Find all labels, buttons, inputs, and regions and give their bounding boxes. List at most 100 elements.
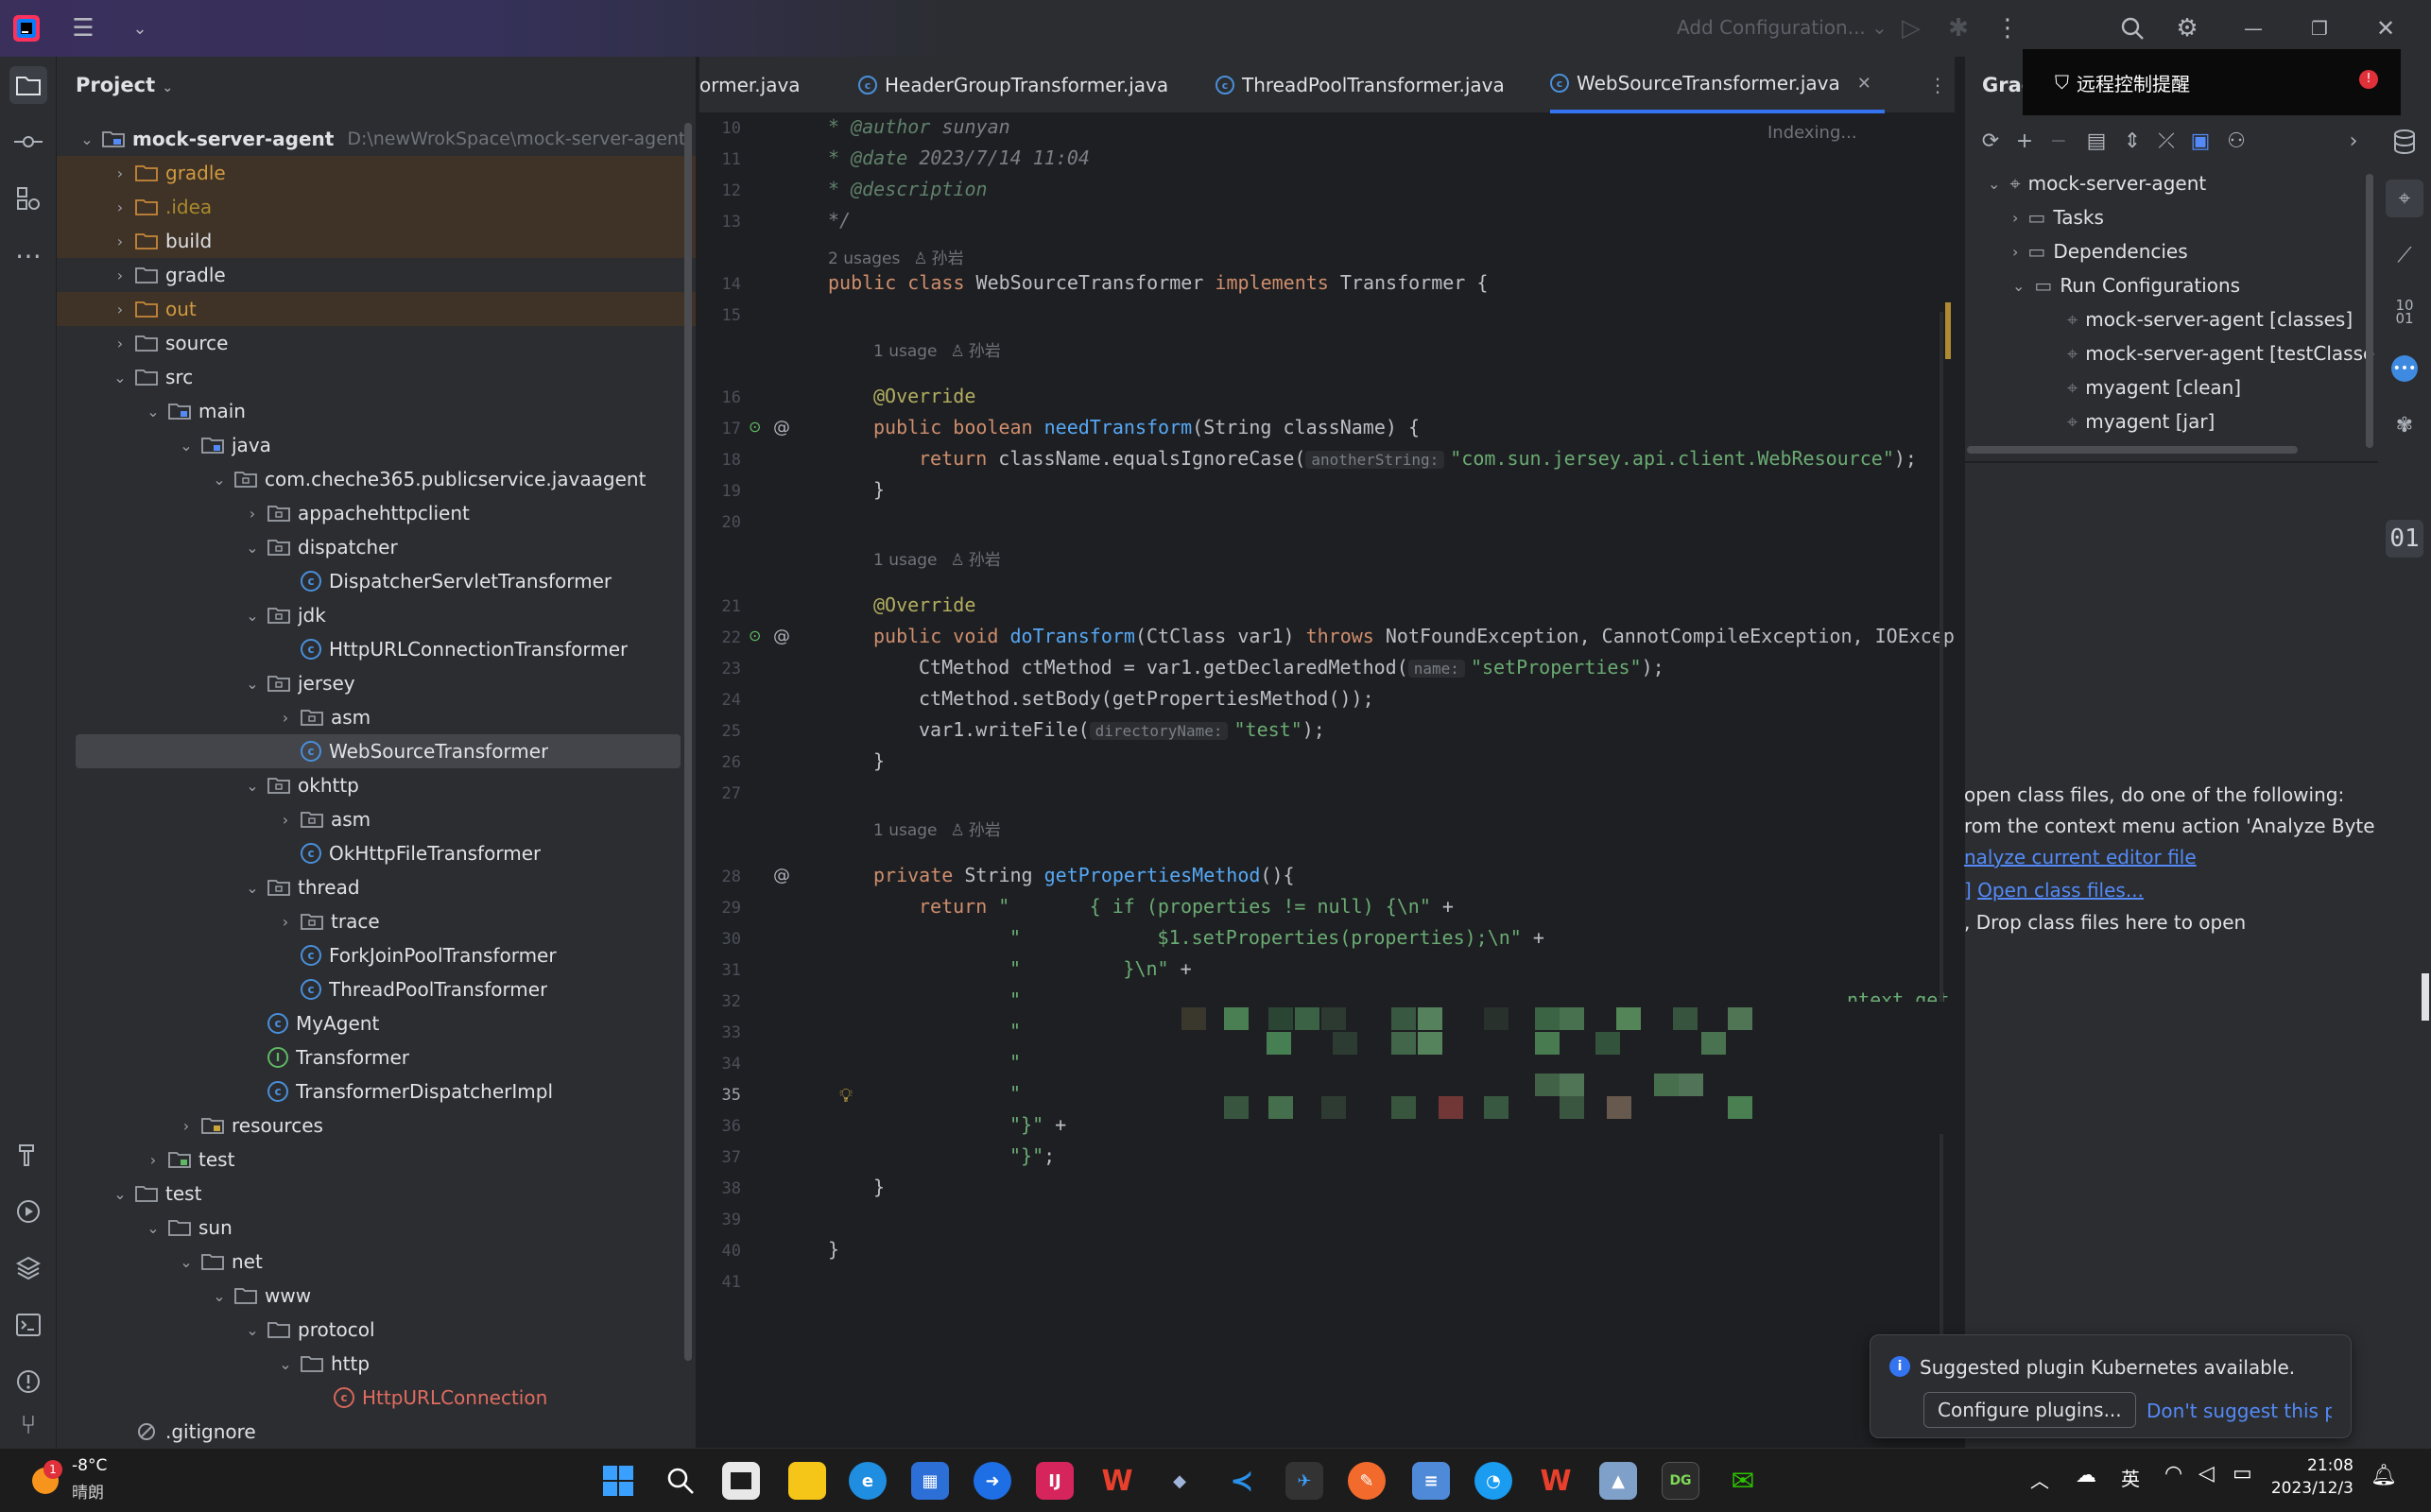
project-panel-header[interactable]: Project ⌄ <box>76 74 173 96</box>
code-line[interactable]: } <box>873 1176 885 1198</box>
tab-actions-icon[interactable]: ⋮ <box>1928 57 1947 113</box>
tree-item[interactable]: › build <box>57 224 696 258</box>
code-line[interactable]: private String getPropertiesMethod(){ <box>873 864 1295 886</box>
more-actions-icon[interactable]: ⋮ <box>1991 11 2025 45</box>
code-line[interactable]: return " { if (properties != null) {\n" … <box>919 895 1454 918</box>
code-line[interactable]: "}"; <box>1009 1144 1055 1167</box>
edge-browser-icon[interactable]: e <box>849 1462 887 1500</box>
battery-icon[interactable]: ▭ <box>2233 1462 2252 1486</box>
ai-assistant-icon[interactable]: ••• <box>2386 350 2423 387</box>
tree-item[interactable]: c OkHttpFileTransformer <box>57 836 696 870</box>
chevron-right-icon[interactable]: › <box>111 198 129 216</box>
implements-gutter-icon[interactable]: ⊙ <box>749 418 761 436</box>
tree-item[interactable]: ⌄ protocol <box>57 1313 696 1347</box>
chevron-down-icon[interactable]: ⌄ <box>177 1253 196 1271</box>
tree-item[interactable]: ⌄ jdk <box>57 598 696 632</box>
dingtalk-icon[interactable]: ✈ <box>1285 1462 1323 1500</box>
task-view-icon[interactable] <box>722 1462 760 1500</box>
chevron-down-icon[interactable]: ⌄ <box>123 11 157 45</box>
clock-time[interactable]: 21:08 <box>2278 1456 2353 1475</box>
chevron-right-icon[interactable]: › <box>111 164 129 182</box>
chevron-down-icon[interactable]: ⌄ <box>276 1355 295 1373</box>
chevron-down-icon[interactable]: ⌄ <box>111 1185 129 1203</box>
tab-web-source-transformer[interactable]: c WebSourceTransformer.java ✕ <box>1550 57 1885 113</box>
cat-app-icon[interactable]: ◆ <box>1161 1462 1198 1500</box>
tree-item[interactable]: c DispatcherServletTransformer <box>57 564 696 598</box>
chevron-down-icon[interactable]: ⌄ <box>111 369 129 387</box>
tab-thread-pool-transformer[interactable]: c ThreadPoolTransformer.java <box>1216 57 1505 113</box>
tree-item[interactable]: ⌄ test <box>57 1177 696 1211</box>
remove-icon[interactable]: − <box>2044 127 2073 155</box>
wps-icon[interactable]: W <box>1098 1462 1136 1500</box>
app-arrow-icon[interactable]: ➜ <box>974 1462 1011 1500</box>
wifi-icon[interactable]: ◠ <box>2164 1462 2182 1486</box>
tree-item[interactable]: › .idea <box>57 190 696 224</box>
tree-item[interactable]: › asm <box>57 802 696 836</box>
lightbulb-intention-icon[interactable]: 💡︎ <box>839 1084 853 1107</box>
structure-tool-icon[interactable] <box>9 180 47 217</box>
close-tab-icon[interactable]: ✕ <box>1857 74 1871 94</box>
tab-former[interactable]: ormer.java <box>699 57 801 113</box>
code-line[interactable]: public boolean needTransform(String clas… <box>873 416 1420 438</box>
annotation-gutter-icon[interactable]: @ <box>773 418 790 438</box>
open-class-files-link[interactable]: Open class files... <box>1977 879 2144 902</box>
taskbar-search-icon[interactable] <box>662 1462 699 1500</box>
chevron-right-icon[interactable]: › <box>276 709 295 727</box>
chevron-down-icon[interactable]: ⌄ <box>243 879 262 897</box>
postman-icon[interactable]: ✎ <box>1348 1462 1386 1500</box>
tree-item[interactable]: › test <box>57 1143 696 1177</box>
chevron-right-icon[interactable]: › <box>111 301 129 318</box>
search-icon[interactable] <box>2115 11 2149 45</box>
chevron-right-icon[interactable]: › <box>276 913 295 931</box>
code-line[interactable]: " }\n" + <box>1009 957 1192 980</box>
chevron-right-icon[interactable]: › <box>2339 127 2368 155</box>
gradle-vscrollbar[interactable] <box>2366 174 2373 448</box>
tree-item[interactable]: ⌄ thread <box>57 870 696 904</box>
dont-suggest-link[interactable]: Don't suggest this pl <box>2147 1400 2332 1422</box>
tree-item[interactable]: ⌄ www <box>57 1279 696 1313</box>
chevron-down-icon[interactable]: ⌄ <box>243 539 262 557</box>
tree-item[interactable]: c ForkJoinPoolTransformer <box>57 938 696 972</box>
annotation-gutter-icon[interactable]: @ <box>773 866 790 885</box>
run-icon[interactable]: ▷ <box>1894 11 1928 45</box>
chevron-right-icon[interactable]: › <box>144 1151 163 1169</box>
gradle-node-tasks[interactable]: › ▭ Tasks <box>2012 206 2104 229</box>
toggle-offline-icon[interactable]: ▤ <box>2082 127 2111 155</box>
chevron-right-icon[interactable]: › <box>276 811 295 829</box>
tree-item[interactable]: ⌄ jersey <box>57 666 696 700</box>
weather-widget[interactable]: 1 <box>26 1460 64 1498</box>
code-line[interactable]: " <box>1009 1082 1021 1105</box>
code-line[interactable]: public void doTransform(CtClass var1) th… <box>873 625 1955 647</box>
tree-item[interactable]: › out <box>57 292 696 326</box>
chevron-down-icon[interactable]: ⌄ <box>243 1321 262 1339</box>
run-config-item[interactable]: ⌖ myagent [clean] <box>2067 376 2241 399</box>
settings-gear-icon[interactable]: ⚙ <box>2170 11 2204 45</box>
remote-control-alert[interactable]: ⛉ 远程控制提醒 ! <box>2023 49 2401 115</box>
chevron-right-icon[interactable]: › <box>177 1117 196 1135</box>
chevron-right-icon[interactable]: › <box>243 505 262 523</box>
git-branch-icon[interactable]: ⑂ <box>9 1410 47 1438</box>
add-configuration-button[interactable]: Add Configuration... ⌄ <box>1677 16 1888 39</box>
gradle-tool-icon[interactable]: ⌖ <box>2386 180 2423 217</box>
chevron-down-icon[interactable]: ⌄ <box>78 130 96 148</box>
intellij-logo-icon[interactable] <box>9 11 43 45</box>
chevron-down-icon[interactable]: ⌄ <box>243 607 262 625</box>
usages-hint[interactable]: 1 usage ♙ 孙岩 <box>873 546 1001 570</box>
notification-bell-icon[interactable]: 🔔︎ <box>2371 1464 2397 1487</box>
volume-icon[interactable]: ◁ <box>2198 1462 2215 1486</box>
run-config-item[interactable]: ⌖ mock-server-agent [classes] <box>2067 308 2353 331</box>
code-line[interactable]: } <box>828 1238 839 1261</box>
tree-root[interactable]: ⌄ mock-server-agent D:\newWrokSpace\mock… <box>57 122 696 156</box>
windows-start-icon[interactable] <box>599 1462 637 1500</box>
terminal-icon[interactable] <box>9 1306 47 1344</box>
file-explorer-icon[interactable] <box>788 1462 826 1500</box>
chevron-down-icon[interactable]: ⌄ <box>243 777 262 795</box>
tree-item[interactable]: ⌄ com.cheche365.publicservice.javaagent <box>57 462 696 496</box>
binary-viewer-icon[interactable]: 01 <box>2386 520 2423 558</box>
code-line[interactable]: * @author sunyan <box>828 115 1010 138</box>
chevron-down-icon[interactable]: ⌄ <box>177 437 196 455</box>
run-config-item[interactable]: ⌖ myagent [jar] <box>2067 410 2215 433</box>
code-line[interactable]: ctMethod.setBody(getPropertiesMethod()); <box>919 687 1374 710</box>
image-viewer-icon[interactable]: ▲ <box>1599 1462 1637 1500</box>
build-hammer-icon[interactable] <box>9 1136 47 1174</box>
